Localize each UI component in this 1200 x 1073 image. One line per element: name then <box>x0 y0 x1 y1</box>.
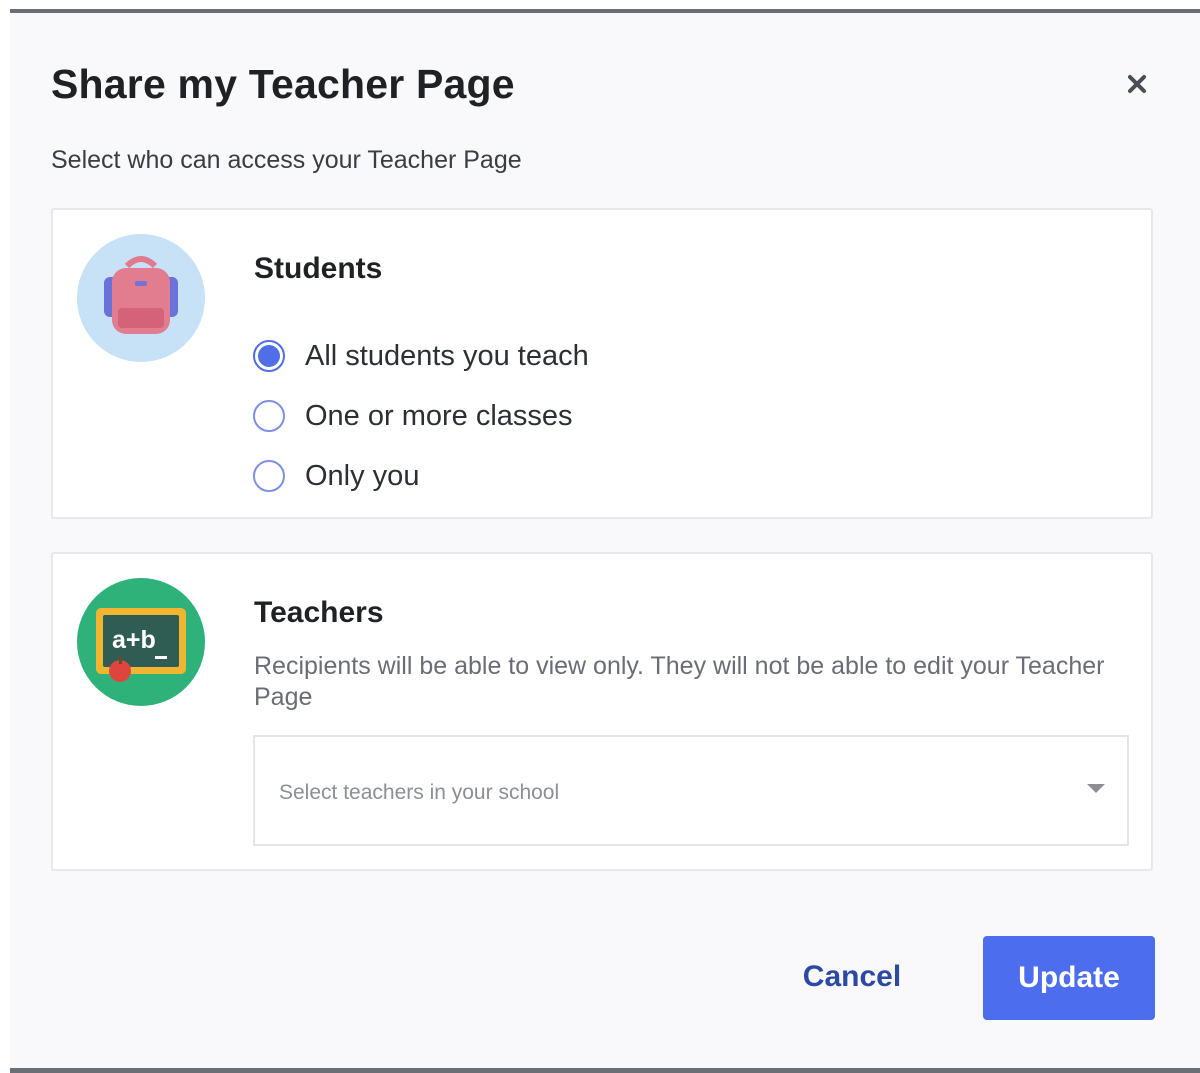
teachers-card: a+b Teachers Recipients will be able to … <box>51 552 1153 871</box>
radio-option-only-you[interactable]: Only you <box>253 456 419 496</box>
teachers-avatar: a+b <box>77 578 205 706</box>
radio-button[interactable] <box>253 400 285 432</box>
radio-label: All students you teach <box>305 339 589 372</box>
bottom-border <box>10 1068 1200 1073</box>
radio-option-all-students[interactable]: All students you teach <box>253 336 589 376</box>
cancel-button[interactable]: Cancel <box>770 935 934 1019</box>
students-card: Students All students you teach One or m… <box>51 208 1153 519</box>
chalkboard-icon: a+b <box>96 608 186 682</box>
close-icon <box>1128 75 1146 93</box>
students-heading: Students <box>254 252 383 285</box>
dialog-title: Share my Teacher Page <box>51 61 515 107</box>
teachers-select[interactable]: Select teachers in your school <box>253 735 1129 846</box>
teachers-heading: Teachers <box>254 596 384 629</box>
radio-label: Only you <box>305 459 420 492</box>
radio-button[interactable] <box>253 460 285 492</box>
svg-text:a+b: a+b <box>112 626 156 654</box>
backpack-icon <box>104 256 178 334</box>
radio-option-classes[interactable]: One or more classes <box>253 396 573 436</box>
students-avatar <box>77 234 205 362</box>
update-button[interactable]: Update <box>983 936 1155 1020</box>
chevron-down-icon <box>1087 784 1105 793</box>
close-button[interactable] <box>1122 69 1152 99</box>
teachers-description: Recipients will be able to view only. Th… <box>254 652 1105 711</box>
radio-label: One or more classes <box>305 399 573 432</box>
share-dialog: Share my Teacher Page Select who can acc… <box>10 13 1200 1068</box>
modal-overlay: Share my Teacher Page Select who can acc… <box>0 0 1200 1073</box>
radio-button-checked[interactable] <box>253 340 285 372</box>
dialog-subtitle: Select who can access your Teacher Page <box>51 146 522 174</box>
select-placeholder: Select teachers in your school <box>279 781 560 804</box>
